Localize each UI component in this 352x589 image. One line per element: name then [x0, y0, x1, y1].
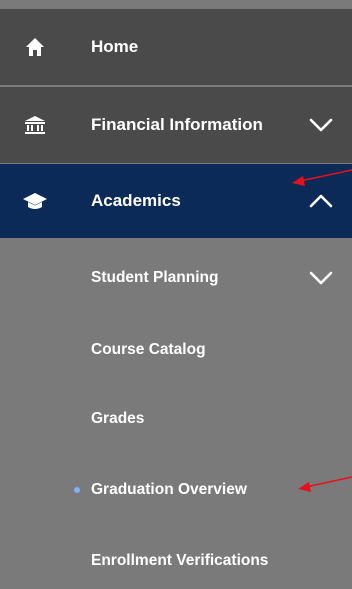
- submenu-item-grades[interactable]: Grades: [0, 391, 352, 447]
- submenu-item-label: Enrollment Verifications: [91, 552, 269, 569]
- submenu-item-enrollment-verifications[interactable]: Enrollment Verifications: [0, 533, 352, 589]
- nav-item-home[interactable]: Home: [0, 9, 352, 85]
- graduation-cap-icon: [21, 187, 49, 215]
- submenu-item-course-catalog[interactable]: Course Catalog: [0, 322, 352, 378]
- academics-submenu: Student Planning Course Catalog Grades G…: [0, 238, 352, 586]
- bank-icon: [21, 111, 49, 139]
- nav-item-label: Home: [91, 37, 139, 56]
- chevron-down-icon[interactable]: [308, 269, 334, 287]
- submenu-item-label: Grades: [91, 410, 145, 427]
- submenu-item-label: Student Planning: [91, 269, 219, 286]
- submenu-item-graduation-overview[interactable]: Graduation Overview: [0, 462, 352, 518]
- nav-item-academics[interactable]: Academics: [0, 164, 352, 238]
- nav-item-label: Financial Information: [91, 115, 263, 134]
- selected-indicator: [74, 487, 80, 493]
- submenu-item-student-planning[interactable]: Student Planning: [0, 250, 352, 306]
- chevron-down-icon[interactable]: [308, 116, 334, 134]
- chevron-up-icon[interactable]: [308, 192, 334, 210]
- side-navigation: Home Financial Information Academics Stu…: [0, 0, 352, 586]
- nav-item-label: Academics: [91, 191, 181, 210]
- nav-item-financial-information[interactable]: Financial Information: [0, 87, 352, 163]
- home-icon: [21, 33, 49, 61]
- submenu-item-label: Course Catalog: [91, 341, 206, 358]
- submenu-item-label: Graduation Overview: [91, 481, 247, 498]
